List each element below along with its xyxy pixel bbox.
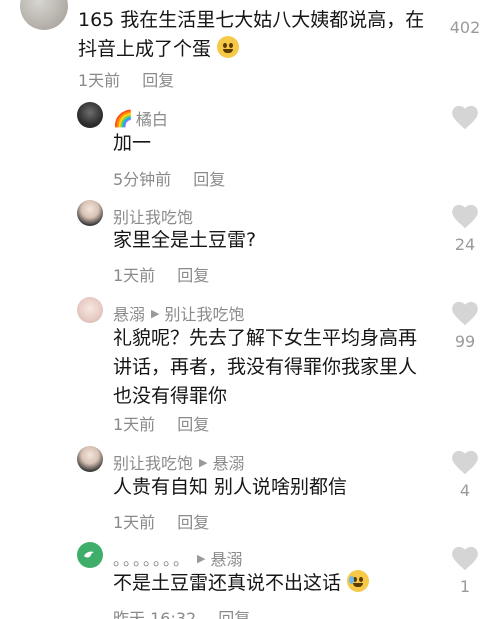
comment-text: 不是土豆雷还真说不出这话 — [113, 569, 370, 598]
reply-to-name: 悬溺 — [210, 550, 243, 569]
comment-meta: 1天前 回复 — [78, 67, 174, 91]
avatar[interactable] — [77, 200, 103, 226]
author-name: 别让我吃饱 — [113, 208, 194, 227]
avatar[interactable] — [20, 0, 68, 30]
comment-time: 5分钟前 — [113, 170, 172, 189]
comment-text: 加一 — [113, 132, 152, 154]
comment-meta: 1天前 回复 — [113, 262, 209, 286]
comment-meta: 5分钟前 回复 — [113, 166, 225, 190]
bird-icon — [84, 551, 94, 558]
comment-meta: 昨天 16:32 回复 — [113, 605, 250, 619]
comment-time: 昨天 16:32 — [113, 609, 197, 619]
like-count: 402 — [449, 18, 481, 37]
reply-arrow-icon: ▶ — [197, 551, 206, 565]
like-button[interactable]: 402 — [448, 0, 482, 37]
author-name: 橘白 — [135, 110, 168, 129]
reply-to-name: 别让我吃饱 — [164, 305, 245, 324]
like-count: 1 — [459, 577, 471, 596]
comment-author[interactable]: 。。。。。。。 ▶ 悬溺 — [113, 546, 243, 570]
heart-icon — [452, 450, 478, 475]
like-button[interactable] — [448, 104, 482, 136]
reply-arrow-icon: ▶ — [151, 306, 160, 320]
author-name: 悬溺 — [113, 305, 146, 324]
reply-button[interactable]: 回复 — [193, 170, 225, 189]
like-button[interactable]: 4 — [448, 449, 482, 500]
like-count: 24 — [454, 235, 476, 254]
comment-author[interactable]: 🌈 橘白 — [113, 106, 168, 130]
heart-icon — [452, 105, 478, 130]
comment-meta: 1天前 回复 — [113, 411, 209, 435]
comment-time: 1天前 — [113, 415, 156, 434]
reply-arrow-icon: ▶ — [199, 455, 208, 469]
rainbow-icon: 🌈 — [113, 108, 133, 128]
reply-button[interactable]: 回复 — [177, 415, 209, 434]
author-name: 。。。。。。。 — [113, 550, 192, 569]
like-button[interactable]: 1 — [448, 545, 482, 596]
heart-icon — [452, 204, 478, 229]
comment-author[interactable]: 别让我吃饱 ▶ 悬溺 — [113, 450, 245, 474]
like-button[interactable]: 24 — [448, 203, 482, 254]
reply-to-name: 悬溺 — [212, 454, 245, 473]
author-name: 别让我吃饱 — [113, 454, 194, 473]
sweat-smile-icon — [347, 570, 370, 592]
comment-time: 1天前 — [113, 513, 156, 532]
avatar[interactable] — [77, 297, 103, 323]
avatar[interactable] — [77, 102, 103, 128]
like-button[interactable]: 99 — [448, 300, 482, 351]
like-count: 99 — [454, 332, 476, 351]
heart-icon — [452, 546, 478, 571]
reply-button[interactable]: 回复 — [177, 266, 209, 285]
comment-time: 1天前 — [78, 71, 121, 90]
comment-text: 家里全是土豆雷? — [113, 229, 257, 251]
heart-icon — [452, 301, 478, 326]
reply-button[interactable]: 回复 — [177, 513, 209, 532]
comment-meta: 1天前 回复 — [113, 509, 209, 533]
comment-text: 礼貌呢？先去了解下女生平均身高再 讲话，再者，我没有得罪你我家里人 也没有得罪你 — [113, 327, 418, 407]
reply-button[interactable]: 回复 — [218, 609, 250, 619]
avatar[interactable] — [77, 542, 103, 568]
avatar[interactable] — [77, 446, 103, 472]
pleading-face-icon — [217, 36, 240, 58]
comment-author[interactable]: 悬溺 ▶ 别让我吃饱 — [113, 301, 245, 325]
comment-time: 1天前 — [113, 266, 156, 285]
comment-text: 人贵有自知 别人说啥别都信 — [113, 476, 348, 498]
comment-text: 165 我在生活里七大姑八大姨都说高，在 抖音上成了个蛋 — [78, 9, 425, 60]
like-count: 4 — [459, 481, 471, 500]
reply-button[interactable]: 回复 — [142, 71, 174, 90]
comment-author[interactable]: 别让我吃饱 — [113, 204, 193, 228]
